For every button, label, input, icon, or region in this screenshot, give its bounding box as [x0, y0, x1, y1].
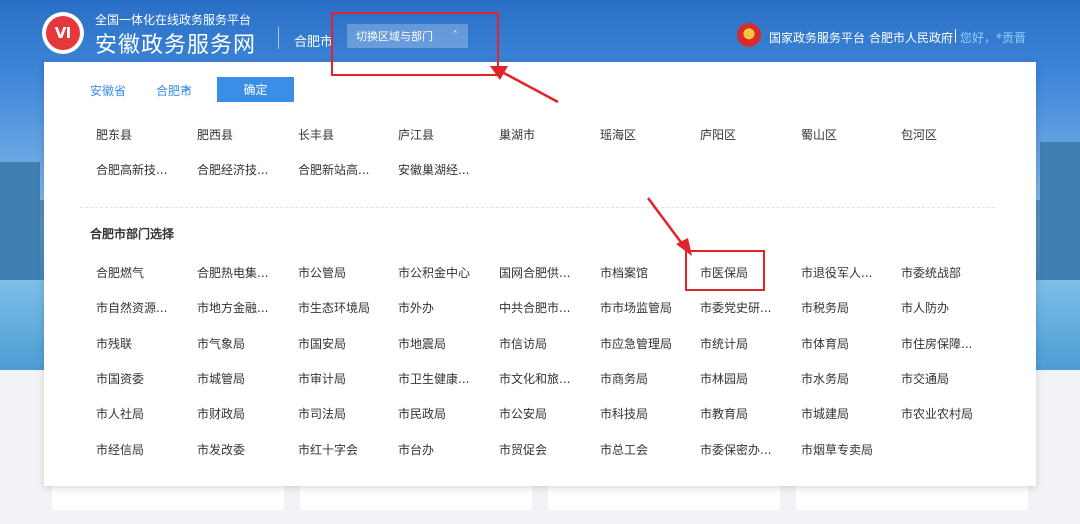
department-item[interactable]: 市文化和旅... [499, 370, 570, 387]
department-item[interactable]: 市公安局 [499, 405, 547, 422]
department-item[interactable]: 市科技局 [600, 405, 648, 422]
annotation-box [331, 12, 499, 76]
department-item[interactable]: 市委党史研... [700, 299, 771, 316]
breadcrumb-province[interactable]: 安徽省 [90, 82, 126, 99]
gov-link[interactable]: 合肥市人民政府 [869, 29, 953, 46]
department-item[interactable]: 市委统战部 [901, 264, 961, 281]
region-department-panel: 安徽省 > 合肥市 确定 肥东县 肥西县 长丰县 庐江县 巢湖市 瑶海区 庐阳区 蜀山区 包河区… [44, 62, 1036, 486]
department-item[interactable]: 市水务局 [801, 370, 849, 387]
logo-icon: Ⅵ [46, 16, 80, 50]
department-item[interactable]: 市经信局 [96, 441, 144, 458]
department-item[interactable]: 市公积金中心 [398, 264, 470, 281]
department-item[interactable]: 市贸促会 [499, 441, 547, 458]
department-item[interactable]: 市税务局 [801, 299, 849, 316]
department-item[interactable]: 市体育局 [801, 335, 849, 352]
brand-subtitle: 全国一体化在线政务服务平台 [95, 13, 252, 27]
department-item[interactable]: 市气象局 [197, 335, 245, 352]
top-header: Ⅵ 全国一体化在线政务服务平台 安徽政务服务网 合肥市 切换区域与部门 ˆ 国家… [0, 0, 1080, 62]
national-emblem-icon [737, 23, 761, 47]
dept-section-title: 合肥市部门选择 [90, 227, 175, 241]
department-item[interactable]: 市发改委 [197, 441, 245, 458]
department-item[interactable]: 市档案馆 [600, 264, 648, 281]
department-item[interactable]: 市商务局 [600, 370, 648, 387]
region-item[interactable]: 肥西县 [197, 126, 233, 143]
divider [278, 27, 279, 49]
section-divider [80, 207, 995, 208]
department-item[interactable]: 市林园局 [700, 370, 748, 387]
department-item[interactable]: 市自然资源... [96, 299, 167, 316]
department-item[interactable]: 市烟草专卖局 [801, 441, 873, 458]
department-item[interactable]: 市人社局 [96, 405, 144, 422]
region-item[interactable]: 长丰县 [298, 126, 334, 143]
department-item[interactable]: 市地震局 [398, 335, 446, 352]
region-item[interactable]: 瑶海区 [600, 126, 636, 143]
department-item[interactable]: 市国资委 [96, 370, 144, 387]
department-item[interactable]: 市农业农村局 [901, 405, 973, 422]
department-item[interactable]: 市教育局 [700, 405, 748, 422]
department-item[interactable]: 市财政局 [197, 405, 245, 422]
department-item[interactable]: 市生态环境局 [298, 299, 370, 316]
breadcrumb-city[interactable]: 合肥市 [156, 82, 192, 99]
department-item[interactable]: 国网合肥供... [499, 264, 570, 281]
department-item[interactable]: 市总工会 [600, 441, 648, 458]
region-item[interactable]: 安徽巢湖经... [398, 161, 469, 178]
department-item[interactable]: 市审计局 [298, 370, 346, 387]
department-item[interactable]: 市应急管理局 [600, 335, 672, 352]
department-item[interactable]: 市地方金融... [197, 299, 268, 316]
region-item[interactable]: 合肥经济技... [197, 161, 268, 178]
department-item[interactable]: 市残联 [96, 335, 132, 352]
department-item[interactable]: 市人防办 [901, 299, 949, 316]
department-item[interactable]: 市外办 [398, 299, 434, 316]
department-item[interactable]: 合肥热电集... [197, 264, 268, 281]
department-item[interactable]: 市城管局 [197, 370, 245, 387]
region-item[interactable]: 庐江县 [398, 126, 434, 143]
department-item[interactable]: 市交通局 [901, 370, 949, 387]
department-item[interactable]: 市退役军人... [801, 264, 872, 281]
department-item[interactable]: 市市场监管局 [600, 299, 672, 316]
department-item[interactable]: 市住房保障... [901, 335, 972, 352]
region-item[interactable]: 包河区 [901, 126, 937, 143]
department-item[interactable]: 市民政局 [398, 405, 446, 422]
site-logo[interactable]: Ⅵ [42, 12, 84, 54]
region-item[interactable]: 合肥高新技... [96, 161, 167, 178]
building-shape [0, 162, 40, 282]
department-item[interactable]: 合肥燃气 [96, 264, 144, 281]
confirm-button[interactable]: 确定 [217, 77, 294, 102]
region-item[interactable]: 合肥新站高... [298, 161, 369, 178]
building-shape [1040, 142, 1080, 282]
department-item[interactable]: 市信访局 [499, 335, 547, 352]
national-platform-link[interactable]: 国家政务服务平台 [769, 29, 865, 46]
user-greeting[interactable]: 您好，*贡晋 [960, 29, 1026, 46]
department-item[interactable]: 市卫生健康... [398, 370, 469, 387]
department-item[interactable]: 市统计局 [700, 335, 748, 352]
department-item[interactable]: 市委保密办... [700, 441, 771, 458]
department-item[interactable]: 市台办 [398, 441, 434, 458]
current-city: 合肥市 [294, 35, 334, 50]
department-item[interactable]: 中共合肥市... [499, 299, 570, 316]
department-item[interactable]: 市红十字会 [298, 441, 358, 458]
divider [955, 29, 956, 43]
department-item[interactable]: 市司法局 [298, 405, 346, 422]
brand-title[interactable]: 安徽政务服务网 [95, 27, 256, 59]
department-item[interactable]: 市城建局 [801, 405, 849, 422]
annotation-box [685, 250, 765, 291]
department-item[interactable]: 市国安局 [298, 335, 346, 352]
region-item[interactable]: 蜀山区 [801, 126, 837, 143]
region-item[interactable]: 庐阳区 [700, 126, 736, 143]
region-item[interactable]: 巢湖市 [499, 126, 535, 143]
region-item[interactable]: 肥东县 [96, 126, 132, 143]
department-item[interactable]: 市公管局 [298, 264, 346, 281]
